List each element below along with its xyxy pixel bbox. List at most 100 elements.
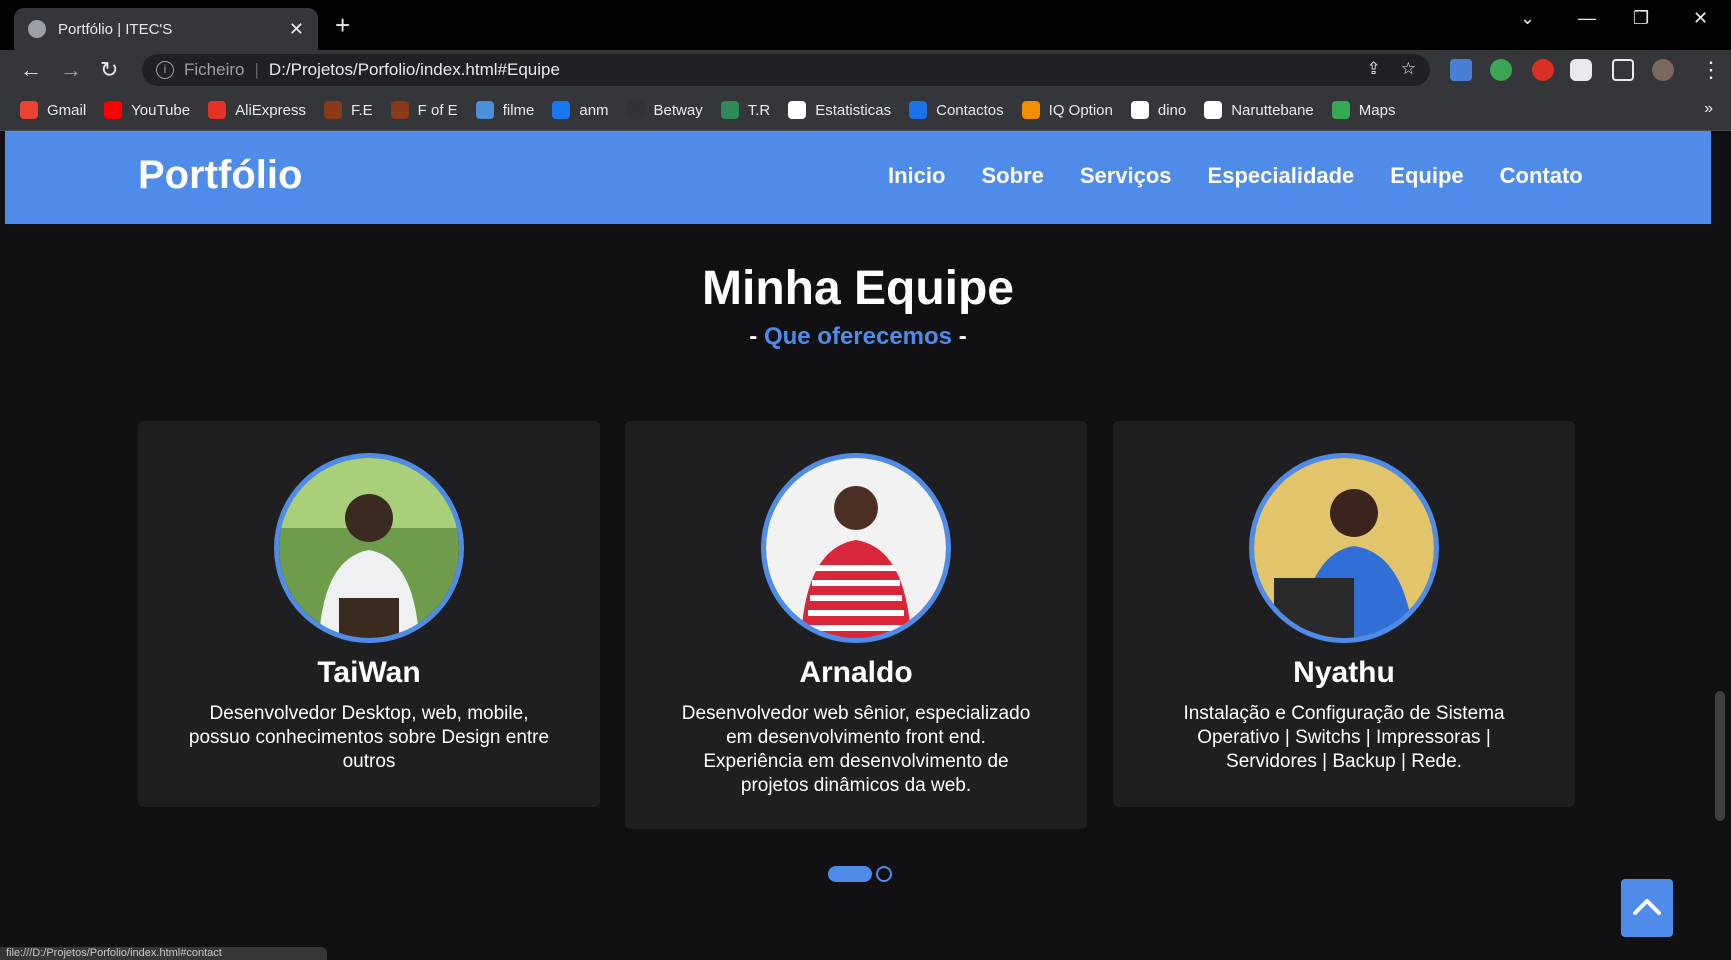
subtitle-dash-left: - [749,323,764,350]
subtitle-dash-right: - [952,323,967,350]
adblock-extension-icon[interactable] [1532,59,1554,81]
carousel-dot-active[interactable] [828,866,872,882]
carousel-dots [828,866,892,882]
betway-icon [626,101,645,119]
member-description: Desenvolvedor web sênior, especializado … [681,703,1031,796]
restore-button[interactable]: ❐ [1633,8,1649,29]
nav-link-servicos[interactable]: Serviços [1080,163,1172,189]
team-card: Arnaldo Desenvolvedor web sênior, especi… [625,421,1087,829]
reload-button[interactable]: ↻ [100,58,118,82]
page-scrollbar[interactable] [1711,131,1731,960]
bookmark-label: filme [502,101,535,119]
member-description: Instalação e Configuração de Sistema Ope… [1183,703,1505,772]
member-name: Arnaldo [799,656,913,689]
globe-icon [1130,101,1149,119]
scrollbar-thumb[interactable] [1715,691,1725,821]
subtitle-highlight: Que oferecemos [763,323,953,350]
team-card: Nyathu Instalação e Configuração de Sist… [1113,421,1575,807]
close-tab-icon[interactable]: ✕ [289,19,304,40]
scroll-to-top-button[interactable] [1621,879,1673,937]
member-name: TaiWan [317,656,421,689]
maps-icon [1331,101,1350,119]
bookmark-label: YouTube [131,101,191,119]
bookmark-item[interactable]: Naruttebane [1204,101,1314,119]
tab-search-icon[interactable]: ⌄ [1520,8,1535,29]
address-bar[interactable]: i Ficheiro | D:/Projetos/Porfolio/index.… [142,54,1430,86]
bookmark-item[interactable]: F of E [390,101,458,119]
web-page: Portfólio Inicio Sobre Serviços Especial… [5,131,1711,960]
bookmark-label: Gmail [47,101,87,119]
side-panel-icon[interactable] [1612,59,1634,81]
menu-kebab-icon[interactable]: ⋮ [1700,58,1722,82]
avatar [1249,453,1439,643]
bookmark-fe-icon [323,101,342,119]
bookmark-item[interactable]: Maps [1331,101,1396,119]
bookmark-item[interactable]: anm [552,101,609,119]
filme-icon [475,101,494,119]
forward-button[interactable]: → [60,58,82,82]
profile-avatar[interactable] [1652,59,1674,81]
nav-link-sobre[interactable]: Sobre [981,163,1043,189]
bookmark-label: AliExpress [235,101,306,119]
member-description: Desenvolvedor Desktop, web, mobile, poss… [188,703,550,772]
nav-link-inicio[interactable]: Inicio [888,163,945,189]
bookmark-item[interactable]: YouTube [104,101,190,119]
bookmark-item[interactable]: Gmail [20,101,86,119]
bookmark-label: F.E [350,101,373,119]
bookmark-label: dino [1157,101,1187,119]
bookmark-label: T.R [747,101,771,119]
chevron-up-icon [1633,899,1661,915]
extension-icon[interactable] [1490,59,1512,81]
bookmark-star-icon[interactable]: ☆ [1401,59,1416,79]
tr-icon [720,101,739,119]
section-title: Minha Equipe [702,262,1014,315]
url-text: D:/Projetos/Porfolio/index.html#Equipe [268,60,560,79]
nav-link-especialidade[interactable]: Especialidade [1208,163,1355,189]
bookmark-item[interactable]: IQ Option [1021,101,1113,119]
translate-extension-icon[interactable] [1450,59,1472,81]
bookmark-item[interactable]: T.R [720,101,771,119]
bookmark-label: Maps [1358,101,1396,119]
bookmark-item[interactable]: Betway [626,101,703,119]
member-name: Nyathu [1293,656,1395,689]
bookmark-item[interactable]: Estatisticas [788,101,891,119]
bookmark-item[interactable]: dino [1130,101,1187,119]
youtube-icon [104,101,123,119]
site-brand[interactable]: Portfólio [138,153,302,198]
close-window-button[interactable]: ✕ [1693,8,1708,29]
browser-toolbar: ← → ↻ i Ficheiro | D:/Projetos/Porfolio/… [0,50,1731,90]
bookmark-label: Betway [653,101,703,119]
tab-strip: Portfólio | ITEC'S ✕ + ⌄ — ❐ ✕ [0,0,1731,50]
contacts-icon [909,101,928,119]
bookmark-label: Contactos [936,101,1004,119]
section-subtitle: - Que oferecemos - [5,323,1711,351]
site-nav: Inicio Sobre Serviços Especialidade Equi… [888,163,1583,189]
bookmark-label: IQ Option [1048,101,1113,119]
facebook-icon [552,101,571,119]
bookmark-item[interactable]: filme [475,101,535,119]
url-separator: | [254,60,259,79]
globe-icon [1204,101,1223,119]
minimize-button[interactable]: — [1578,8,1596,29]
more-bookmarks-icon[interactable]: » [1704,100,1713,118]
url-scheme: Ficheiro [184,60,245,79]
new-tab-button[interactable]: + [335,10,350,40]
team-card: TaiWan Desenvolvedor Desktop, web, mobil… [138,421,600,807]
bookmark-item[interactable]: Contactos [909,101,1004,119]
browser-tab[interactable]: Portfólio | ITEC'S ✕ [14,8,318,50]
aliexpress-icon [208,101,227,119]
bookmark-item[interactable]: F.E [323,101,373,119]
nav-link-contato[interactable]: Contato [1500,163,1583,189]
puzzle-icon[interactable] [1570,59,1592,81]
back-button[interactable]: ← [20,58,42,82]
globe-icon [28,20,46,38]
share-icon[interactable]: ⇪ [1367,59,1381,79]
avatar [761,453,951,643]
info-icon[interactable]: i [156,61,174,79]
carousel-dot[interactable] [876,866,892,882]
site-navbar: Portfólio Inicio Sobre Serviços Especial… [5,131,1711,224]
bookmark-fofe-icon [390,101,409,119]
status-bar: file:///D:/Projetos/Porfolio/index.html#… [0,947,327,960]
nav-link-equipe[interactable]: Equipe [1390,163,1463,189]
bookmark-item[interactable]: AliExpress [208,101,306,119]
